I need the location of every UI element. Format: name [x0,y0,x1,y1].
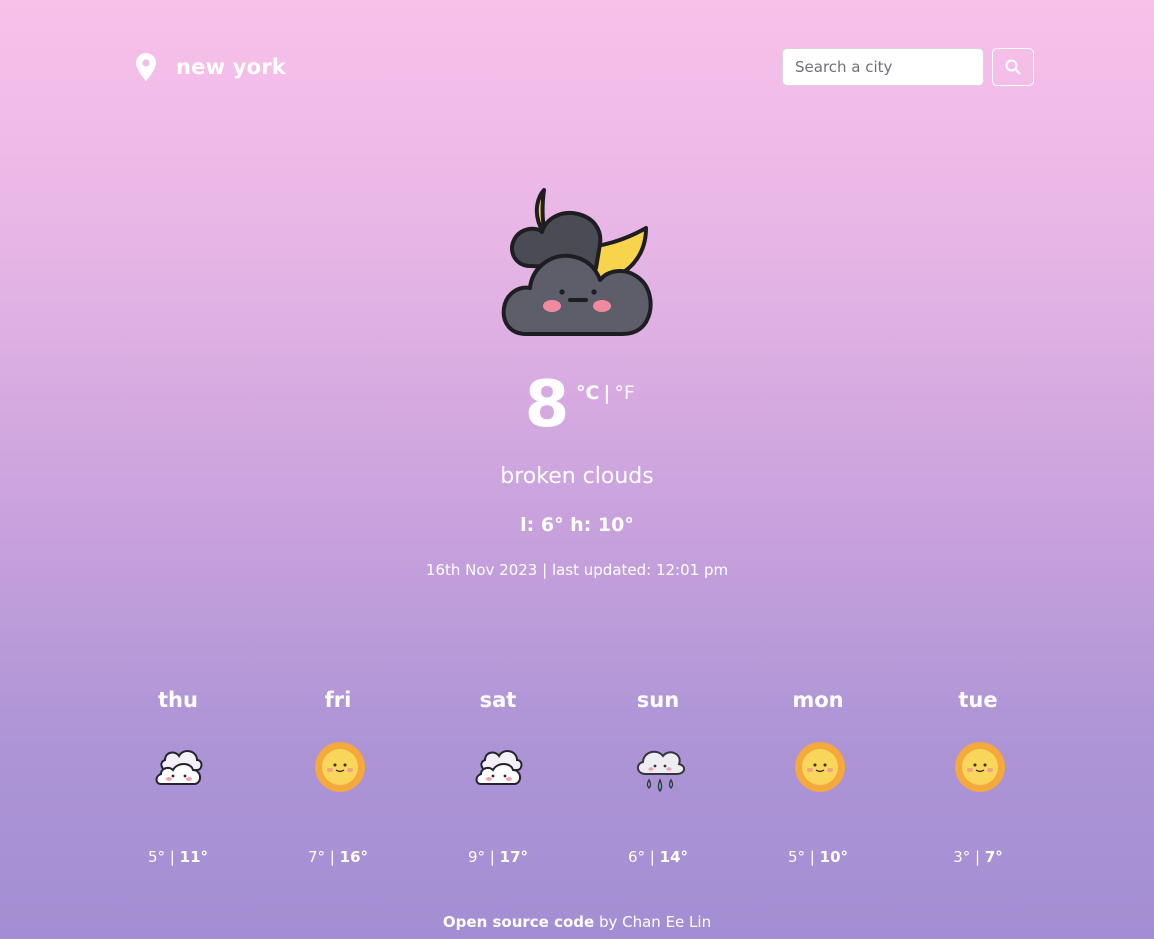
forecast-day: thu 5° | 11° [98,688,258,878]
city-name: new york [176,55,286,79]
search-icon [1005,59,1021,75]
day-name: tue [958,688,998,712]
day-temperatures: 7° | 16° [258,848,418,866]
forecast-day: sat 9° | 17° [418,688,578,878]
day-temp-separator: | [975,848,981,866]
current-temperature: 8 [524,368,570,442]
celsius-unit[interactable]: °C [576,382,599,404]
day-temp-separator: | [489,848,495,866]
sun-icon [795,742,845,792]
header: new york [0,0,1154,120]
date-last-updated: 16th Nov 2023 | last updated: 12:01 pm [425,561,729,579]
clouds-icon [475,750,523,785]
day-name: fri [324,688,352,712]
current-temperature-row: 8 °C | °F [0,368,1154,448]
rain-cloud-icon [637,750,685,793]
forecast-day: sun 6° | 14° [578,688,738,878]
search-button[interactable] [992,48,1034,86]
search-input[interactable] [782,48,984,86]
sun-icon [315,742,365,792]
day-temperatures: 3° | 7° [898,848,1058,866]
open-source-link[interactable]: Open source code [443,913,594,931]
day-low: 7° [307,848,326,866]
location: new york [136,53,286,81]
clouds-icon [155,750,203,785]
map-pin-icon [136,53,156,81]
day-temp-separator: | [329,848,335,866]
day-temperatures: 9° | 17° [418,848,578,866]
day-temp-separator: | [649,848,655,866]
sun-icon [955,742,1005,792]
day-high: 16° [339,848,369,866]
day-low: 5° [787,848,806,866]
day-temp-separator: | [169,848,175,866]
day-high: 10° [819,848,849,866]
day-temperatures: 6° | 14° [578,848,738,866]
day-temperatures: 5° | 10° [738,848,898,866]
day-name: sun [636,688,680,712]
day-high: 11° [179,848,209,866]
day-high: 17° [499,848,529,866]
day-name: thu [158,688,198,712]
unit-separator: | [603,382,611,404]
day-low: 9° [467,848,486,866]
day-name: sat [479,688,517,712]
day-low: 6° [627,848,646,866]
author-credit: by Chan Ee Lin [598,913,712,931]
forecast-day: fri 7° | 16° [258,688,418,878]
forecast-day: tue 3° | 7° [898,688,1058,878]
day-temp-separator: | [809,848,815,866]
night-broken-clouds-moon-icon [501,188,653,336]
fahrenheit-unit[interactable]: °F [614,382,634,404]
weather-description: broken clouds [500,464,654,489]
day-high: 7° [984,848,1003,866]
day-name: mon [792,688,844,712]
low-high-temperature: l: 6° h: 10° [520,514,634,536]
day-low: 3° [953,848,971,866]
unit-toggle: °C | °F [576,382,635,404]
forecast-day: mon 5° | 10° [738,688,898,878]
footer: Open source code by Chan Ee Lin [0,913,1154,931]
day-high: 14° [659,848,689,866]
forecast: thu 5° | 11° fri 7° | 16° sat 9° | 17° s… [98,688,1058,878]
day-low: 5° [147,848,166,866]
day-temperatures: 5° | 11° [98,848,258,866]
